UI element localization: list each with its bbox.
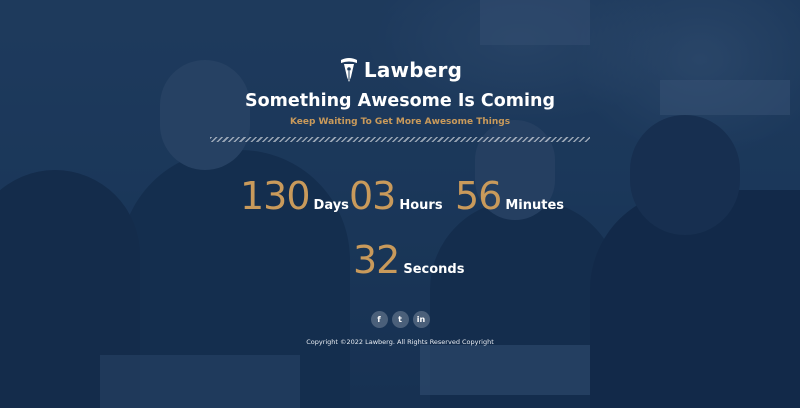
countdown-hours: 03 Hours: [349, 177, 443, 215]
countdown-days: 130 Days: [240, 177, 349, 215]
countdown-minutes: 56 Minutes: [455, 177, 564, 215]
linkedin-icon[interactable]: in: [412, 311, 430, 328]
twitter-icon[interactable]: t: [391, 311, 409, 328]
social-links: f t in: [0, 311, 800, 328]
facebook-icon[interactable]: f: [370, 311, 388, 328]
countdown-minutes-label: Minutes: [505, 198, 565, 213]
countdown-seconds-value: 32: [353, 238, 400, 282]
countdown-days-value: 130: [240, 174, 311, 218]
countdown-hours-label: Hours: [399, 198, 443, 213]
divider: [210, 137, 590, 142]
copyright-text: Copyright ©2022 Lawberg. All Rights Rese…: [306, 338, 494, 346]
page-title: Something Awesome Is Coming: [245, 91, 555, 111]
countdown-minutes-value: 56: [455, 174, 502, 218]
countdown-seconds: 32 Seconds: [353, 241, 464, 279]
countdown-seconds-label: Seconds: [403, 262, 465, 277]
page-subtitle: Keep Waiting To Get More Awesome Things: [289, 117, 511, 127]
countdown-days-label: Days: [313, 198, 349, 213]
pen-nib-icon: [340, 58, 357, 82]
brand-name: Lawberg: [363, 58, 463, 82]
brand-logo[interactable]: Lawberg: [0, 55, 800, 85]
countdown-hours-value: 03: [349, 174, 396, 218]
